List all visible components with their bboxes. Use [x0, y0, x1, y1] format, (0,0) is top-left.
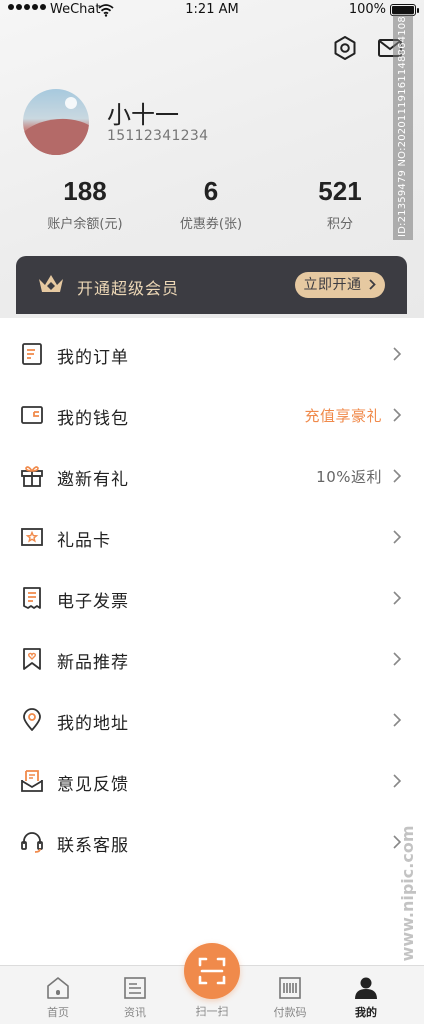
vip-open-button[interactable]: 立即开通: [295, 272, 385, 298]
scan-icon: [198, 957, 226, 985]
menu-label: 新品推荐: [57, 653, 129, 673]
chevron-right-icon: [393, 835, 402, 849]
menu-label: 电子发票: [57, 592, 129, 612]
settings-hexagon-icon[interactable]: [331, 34, 359, 62]
invite-rebate-text: 10%返利: [316, 468, 382, 486]
invoice-icon: [23, 587, 41, 609]
menu-item-customer-service[interactable]: 联系客服: [0, 812, 424, 873]
stat-label: 积分: [326, 217, 353, 232]
tab-label: 首页: [47, 1006, 69, 1019]
menu-item-wallet[interactable]: 我的钱包 充值享豪礼: [0, 385, 424, 446]
menu-item-invite[interactable]: 邀新有礼 10%返利: [0, 446, 424, 507]
chevron-right-icon: [369, 279, 377, 290]
menu-label: 邀新有礼: [57, 470, 129, 490]
stat-value: 6: [203, 176, 219, 206]
vip-open-label: 立即开通: [303, 277, 362, 293]
chevron-right-icon: [393, 347, 402, 361]
tab-label: 资讯: [124, 1006, 146, 1019]
news-icon: [124, 977, 146, 999]
chevron-right-icon: [393, 774, 402, 788]
vip-banner[interactable]: 开通超级会员 立即开通: [16, 256, 407, 314]
order-list-icon: [22, 343, 42, 365]
menu-item-orders[interactable]: 我的订单: [0, 324, 424, 385]
chevron-right-icon: [393, 652, 402, 666]
menu-item-address[interactable]: 我的地址: [0, 690, 424, 751]
battery-percent: 100%: [348, 2, 386, 17]
tab-payment-code[interactable]: 付款码: [258, 966, 322, 1024]
gift-icon: [21, 466, 43, 487]
stat-coupons[interactable]: 6 优惠券(张): [141, 176, 281, 232]
menu-label: 我的地址: [57, 714, 129, 734]
user-name: 小十一: [107, 101, 179, 129]
menu-label: 联系客服: [57, 836, 129, 856]
stat-value: 188: [63, 176, 107, 206]
tab-home[interactable]: 首页: [26, 966, 90, 1024]
menu-label: 我的订单: [57, 348, 129, 368]
chevron-right-icon: [393, 469, 402, 483]
headset-icon: [21, 832, 43, 853]
feedback-icon: [21, 770, 43, 792]
menu-label: 礼品卡: [57, 531, 111, 551]
chevron-right-icon: [393, 591, 402, 605]
stat-label: 账户余额(元): [47, 217, 123, 232]
tab-label: 我的: [355, 1006, 377, 1019]
chevron-right-icon: [393, 713, 402, 727]
stat-label: 优惠券(张): [179, 217, 243, 232]
menu-item-feedback[interactable]: 意见反馈: [0, 751, 424, 812]
stat-value: 521: [318, 176, 362, 206]
chevron-right-icon: [393, 408, 402, 422]
wallet-promo-text: 充值享豪礼: [304, 407, 382, 425]
stat-points[interactable]: 521 积分: [270, 176, 410, 232]
menu-item-invoice[interactable]: 电子发票: [0, 568, 424, 629]
profile-icon: [355, 977, 377, 999]
user-phone: 15112341234: [107, 128, 209, 144]
scan-button[interactable]: [184, 943, 240, 999]
gift-card-icon: [21, 528, 43, 546]
tab-label: 付款码: [273, 1006, 307, 1019]
menu-item-gift-card[interactable]: 礼品卡: [0, 507, 424, 568]
bookmark-heart-icon: [23, 648, 41, 670]
menu-label: 我的钱包: [57, 409, 129, 429]
menu-label: 意见反馈: [57, 775, 129, 795]
barcode-icon: [279, 977, 301, 999]
tab-news[interactable]: 资讯: [103, 966, 167, 1024]
chevron-right-icon: [393, 530, 402, 544]
crown-icon: [39, 275, 63, 292]
status-bar: WeChat 1:21 AM 100%: [0, 0, 424, 22]
home-icon: [47, 977, 69, 999]
menu-item-new-arrivals[interactable]: 新品推荐: [0, 629, 424, 690]
tab-scan-label[interactable]: 扫一扫: [180, 1003, 244, 1019]
tab-mine[interactable]: 我的: [334, 966, 398, 1024]
avatar[interactable]: [23, 89, 89, 155]
location-pin-icon: [23, 708, 41, 731]
vip-title: 开通超级会员: [77, 279, 180, 298]
stat-balance[interactable]: 188 账户余额(元): [15, 176, 155, 232]
wallet-icon: [21, 406, 43, 424]
